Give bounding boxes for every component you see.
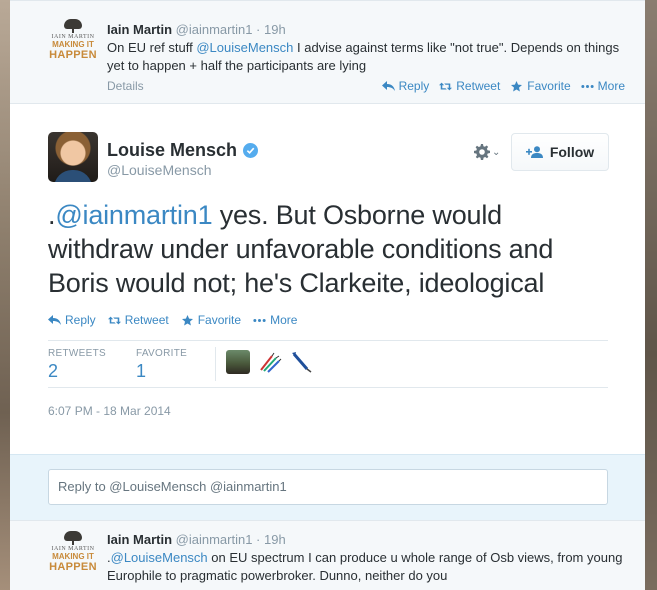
avatar-shoulders [54,170,92,182]
tweet-text: .@iainmartin1 yes. But Osborne would wit… [48,198,608,300]
retweets-label: RETWEETS [48,348,106,359]
engager-avatar-landscape[interactable] [226,350,250,374]
next-tweet-header: Iain Martin @iainmartin1 · 19h [107,531,625,549]
author-name[interactable]: Iain Martin [107,22,172,37]
main-tweet: Louise Mensch @LouiseMensch ⌄ Follow .@i… [10,104,645,454]
reply-area: Reply to @LouiseMensch @iainmartin1 [10,454,645,520]
previous-tweet-body: Iain Martin @iainmartin1 · 19h On EU ref… [107,21,625,97]
author-name[interactable]: Louise Mensch [107,139,237,161]
reply-input[interactable]: Reply to @LouiseMensch @iainmartin1 [48,469,608,505]
reply-label: Reply [65,313,96,327]
tree-icon [62,531,84,545]
more-dots-icon [253,318,266,322]
darts-icon [260,352,282,373]
mention-link[interactable]: @LouiseMensch [111,550,208,565]
more-button[interactable]: More [253,313,297,327]
reply-button[interactable]: Reply [48,313,96,327]
iain-martin-avatar[interactable]: IAIN MARTIN MAKING IT HAPPEN [48,531,98,581]
stats-separator [215,347,216,381]
previous-tweet-header: Iain Martin @iainmartin1 · 19h [107,21,625,39]
engager-avatar-dart[interactable] [290,350,314,374]
tweet-text-part: On EU ref stuff [107,40,197,55]
add-user-icon [525,146,543,158]
stats-divider-top [48,340,608,341]
author-fullname[interactable]: Louise Mensch [107,139,259,161]
chevron-down-icon: ⌄ [492,146,501,158]
background-right [645,0,657,590]
follow-label: Follow [549,144,595,160]
details-link[interactable]: Details [107,79,144,93]
mention-link[interactable]: @LouiseMensch [196,40,293,55]
retweet-label: Retweet [124,313,169,327]
stats-divider-bottom [48,387,608,388]
author-handle[interactable]: @iainmartin1 [176,532,253,547]
star-icon [511,80,523,91]
retweet-icon [107,316,121,324]
logo-line-3: HAPPEN [49,561,97,573]
author-handle[interactable]: @iainmartin1 [176,22,253,37]
author-handle[interactable]: @LouiseMensch [107,161,258,179]
retweet-button[interactable]: Retweet [107,313,169,327]
reply-icon [381,80,395,91]
previous-tweet[interactable]: IAIN MARTIN MAKING IT HAPPEN Iain Martin… [10,0,645,104]
tweet-column: IAIN MARTIN MAKING IT HAPPEN Iain Martin… [10,0,645,590]
louise-mensch-avatar[interactable] [48,132,98,182]
mention-link[interactable]: @iainmartin1 [55,200,212,230]
tweet-timestamp[interactable]: 6:07 PM - 18 Mar 2014 [48,404,171,418]
next-tweet-body: Iain Martin @iainmartin1 · 19h .@LouiseM… [107,531,625,585]
gear-icon [474,144,490,160]
tree-icon [62,19,84,33]
more-dots-icon [581,84,594,88]
favorite-button[interactable]: Favorite [181,313,241,327]
retweets-stat[interactable]: RETWEETS 2 [48,347,106,382]
more-label: More [270,313,298,327]
verified-badge-icon [243,142,259,158]
retweet-button[interactable]: Retweet [439,79,500,93]
more-button[interactable]: More [581,79,625,93]
tweet-time[interactable]: · 19h [256,532,286,547]
more-label: More [597,79,625,93]
previous-tweet-footer: Details Reply Retweet Favorite More [107,79,625,97]
background-left [0,0,10,590]
logo-line-2: MAKING IT [52,40,94,49]
reply-button[interactable]: Reply [381,79,430,93]
follow-button[interactable]: Follow [511,133,609,171]
retweet-icon [439,82,453,90]
favorites-label: FAVORITE [135,348,188,359]
favorite-label: Favorite [527,79,571,93]
tweet-time[interactable]: · 19h [256,22,286,37]
reply-icon [48,314,61,325]
engager-avatars [226,350,314,374]
logo-line-2: MAKING IT [52,552,94,561]
favorite-label: Favorite [197,313,242,327]
engager-avatar-darts[interactable] [258,350,282,374]
iain-martin-avatar[interactable]: IAIN MARTIN MAKING IT HAPPEN [48,19,98,69]
previous-tweet-text: On EU ref stuff @LouiseMensch I advise a… [107,39,625,75]
settings-dropdown[interactable]: ⌄ [474,144,500,160]
tweet-actions: Reply Retweet Favorite More [48,313,297,327]
tweet-actions: Reply Retweet Favorite More [381,79,625,93]
retweet-label: Retweet [456,79,501,93]
retweets-count: 2 [48,361,59,381]
favorites-stat[interactable]: FAVORITE 1 [136,347,187,382]
favorite-button[interactable]: Favorite [510,79,571,93]
author-name[interactable]: Iain Martin [107,532,172,547]
tweet-stats: RETWEETS 2 FAVORITE 1 [48,347,187,382]
tweet-author: Louise Mensch @LouiseMensch [107,139,259,179]
next-tweet[interactable]: IAIN MARTIN MAKING IT HAPPEN Iain Martin… [10,520,645,590]
logo-line-3: HAPPEN [49,49,97,61]
star-icon [181,314,193,325]
reply-label: Reply [398,79,430,93]
next-tweet-text: .@LouiseMensch on EU spectrum I can prod… [107,549,625,585]
dart-icon [292,352,312,373]
favorites-count: 1 [135,361,146,381]
